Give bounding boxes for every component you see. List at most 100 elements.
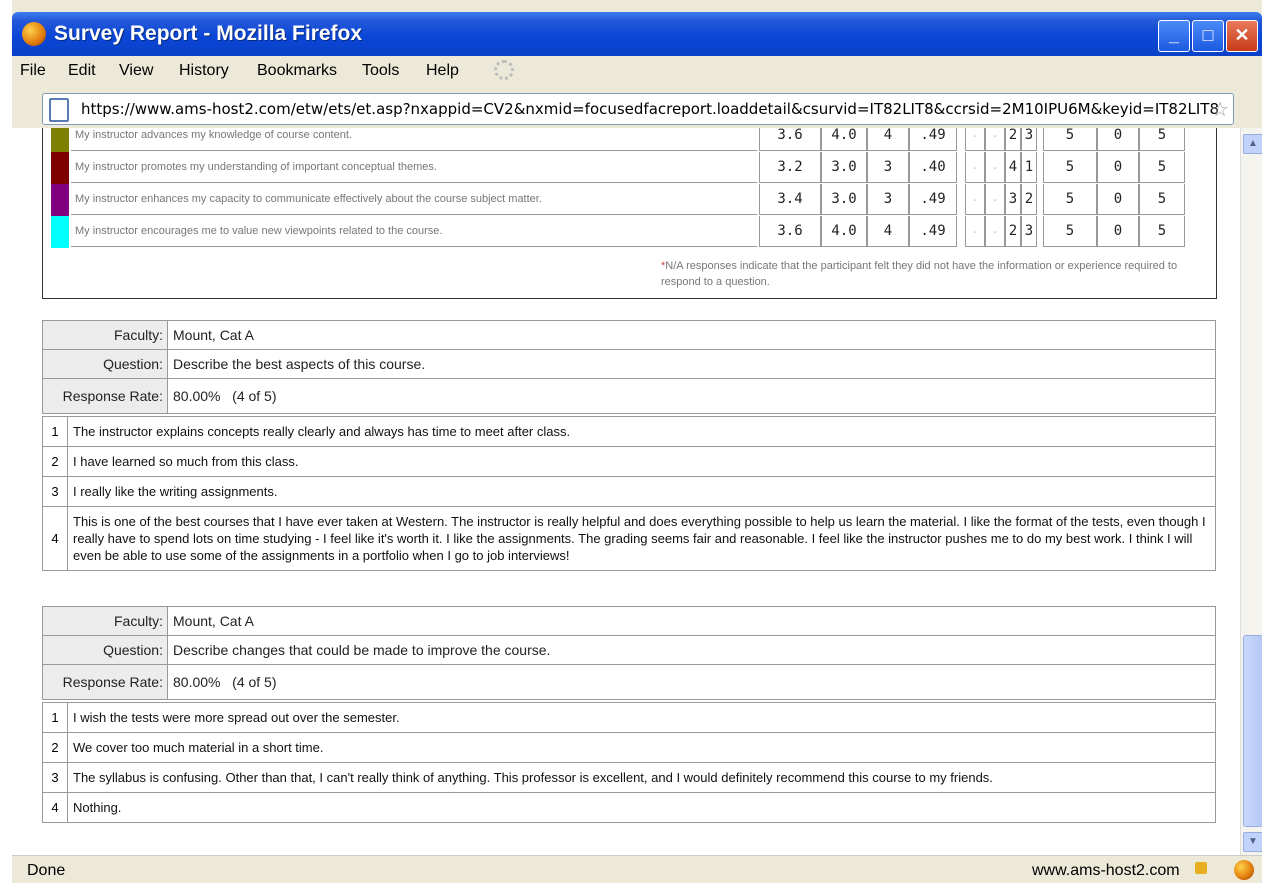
answer-text: Nothing. bbox=[73, 800, 122, 815]
rating-median: 4.0 bbox=[821, 216, 867, 247]
rating-n5: 2 bbox=[1021, 184, 1037, 215]
rating-median: 3.0 bbox=[821, 184, 867, 215]
answers-list-1: 1 The instructor explains concepts really… bbox=[42, 416, 1216, 571]
bookmark-star-icon[interactable]: ☆ bbox=[1211, 97, 1229, 122]
response-rate-value: 80.00% bbox=[173, 388, 221, 404]
menu-edit[interactable]: Edit bbox=[68, 62, 96, 80]
menu-bookmarks[interactable]: Bookmarks bbox=[257, 62, 337, 80]
rating-d2: - bbox=[985, 128, 1005, 151]
rating-mean: 3.6 bbox=[759, 216, 821, 247]
answer-row: 3 The syllabus is confusing. Other than t… bbox=[43, 763, 1215, 793]
menu-bar: File Edit View History Bookmarks Tools H… bbox=[12, 56, 1262, 86]
color-swatch bbox=[51, 128, 69, 152]
title-bar[interactable]: Survey Report - Mozilla Firefox _ □ ✕ bbox=[12, 12, 1262, 56]
answer-number: 1 bbox=[43, 417, 68, 446]
minimize-button[interactable]: _ bbox=[1158, 20, 1190, 52]
loading-throbber-icon bbox=[494, 60, 514, 80]
rating-median: 4.0 bbox=[821, 128, 867, 151]
question-value: Describe the best aspects of this course… bbox=[173, 356, 426, 372]
color-swatch bbox=[51, 152, 69, 184]
rating-n4: 2 bbox=[1005, 128, 1021, 151]
rating-question: My instructor advances my knowledge of c… bbox=[71, 128, 757, 151]
rating-question: My instructor enhances my capacity to co… bbox=[71, 184, 757, 215]
window-title: Survey Report - Mozilla Firefox bbox=[54, 22, 363, 45]
answer-number: 2 bbox=[43, 733, 68, 762]
maximize-button[interactable]: □ bbox=[1192, 20, 1224, 52]
answer-text: We cover too much material in a short ti… bbox=[73, 740, 324, 755]
answer-number: 4 bbox=[43, 507, 68, 570]
rating-mean: 3.6 bbox=[759, 128, 821, 151]
na-footnote: *N/A responses indicate that the partici… bbox=[661, 258, 1201, 290]
rating-sd: .49 bbox=[909, 216, 957, 247]
rating-total: 5 bbox=[1139, 128, 1185, 151]
firefox-status-icon bbox=[1234, 860, 1254, 880]
rating-n5: 3 bbox=[1021, 216, 1037, 247]
answer-number: 3 bbox=[43, 763, 68, 792]
answer-number: 2 bbox=[43, 447, 68, 476]
lock-icon[interactable] bbox=[1195, 862, 1207, 874]
menu-tools[interactable]: Tools bbox=[362, 62, 399, 80]
rating-question: My instructor promotes my understanding … bbox=[71, 152, 757, 183]
color-swatch bbox=[51, 184, 69, 216]
rating-na: 0 bbox=[1097, 184, 1139, 215]
status-bar: Done www.ams-host2.com bbox=[12, 855, 1262, 883]
faculty-info-2: Faculty: Mount, Cat A Question: Describe c… bbox=[42, 606, 1216, 700]
answer-text: I have learned so much from this class. bbox=[73, 454, 299, 469]
rating-resp: 5 bbox=[1043, 184, 1097, 215]
rating-d1: - bbox=[965, 128, 985, 151]
response-count: (4 of 5) bbox=[232, 674, 277, 690]
address-bar[interactable]: https://www.ams-host2.com/etw/ets/et.asp… bbox=[42, 93, 1234, 125]
faculty-label: Faculty: bbox=[43, 321, 168, 349]
rating-na: 0 bbox=[1097, 128, 1139, 151]
rating-resp: 5 bbox=[1043, 128, 1097, 151]
rating-question: My instructor encourages me to value new… bbox=[71, 216, 757, 247]
answers-list-2: 1 I wish the tests were more spread out o… bbox=[42, 702, 1216, 823]
answer-number: 4 bbox=[43, 793, 68, 822]
rating-mode: 4 bbox=[867, 128, 909, 151]
answer-row: 2 We cover too much material in a short t… bbox=[43, 733, 1215, 763]
status-text: Done bbox=[27, 862, 66, 879]
answer-row: 1 I wish the tests were more spread out o… bbox=[43, 703, 1215, 733]
menu-help[interactable]: Help bbox=[426, 62, 459, 80]
page-icon bbox=[49, 98, 69, 122]
answer-row: 3 I really like the writing assignments. bbox=[43, 477, 1215, 507]
rating-row: My instructor encourages me to value new… bbox=[51, 216, 1216, 248]
menu-view[interactable]: View bbox=[119, 62, 153, 80]
rating-row: My instructor advances my knowledge of c… bbox=[51, 128, 1216, 152]
rating-mode: 3 bbox=[867, 184, 909, 215]
page-content: My instructor advances my knowledge of c… bbox=[12, 128, 1240, 855]
answer-row: 1 The instructor explains concepts really… bbox=[43, 417, 1215, 447]
rating-n5: 1 bbox=[1021, 152, 1037, 183]
answer-text: The syllabus is confusing. Other than th… bbox=[73, 770, 993, 785]
rating-d1: - bbox=[965, 184, 985, 215]
navigation-bar: https://www.ams-host2.com/etw/ets/et.asp… bbox=[12, 88, 1262, 128]
rating-row: My instructor enhances my capacity to co… bbox=[51, 184, 1216, 216]
rating-mode: 3 bbox=[867, 152, 909, 183]
menu-history[interactable]: History bbox=[179, 62, 229, 80]
response-rate-label: Response Rate: bbox=[43, 665, 168, 699]
scroll-thumb[interactable] bbox=[1243, 635, 1262, 827]
firefox-icon bbox=[22, 22, 46, 46]
vertical-scrollbar[interactable]: ▲ ▼ bbox=[1240, 128, 1262, 855]
rating-resp: 5 bbox=[1043, 216, 1097, 247]
rating-d1: - bbox=[965, 216, 985, 247]
faculty-label: Faculty: bbox=[43, 607, 168, 635]
rating-n4: 2 bbox=[1005, 216, 1021, 247]
answer-text: This is one of the best courses that I h… bbox=[73, 514, 1206, 563]
faculty-value: Mount, Cat A bbox=[173, 613, 254, 629]
response-rate-value: 80.00% bbox=[173, 674, 221, 690]
close-button[interactable]: ✕ bbox=[1226, 20, 1258, 52]
question-value: Describe changes that could be made to i… bbox=[173, 642, 551, 658]
menu-file[interactable]: File bbox=[20, 62, 46, 80]
scroll-down-icon[interactable]: ▼ bbox=[1243, 832, 1262, 852]
rating-d2: - bbox=[985, 184, 1005, 215]
response-count: (4 of 5) bbox=[232, 388, 277, 404]
footnote-text: N/A responses indicate that the particip… bbox=[661, 260, 1178, 288]
rating-mean: 3.2 bbox=[759, 152, 821, 183]
scroll-up-icon[interactable]: ▲ bbox=[1243, 134, 1262, 154]
url-text[interactable]: https://www.ams-host2.com/etw/ets/et.asp… bbox=[81, 100, 1219, 118]
color-swatch bbox=[51, 216, 69, 248]
browser-window: Survey Report - Mozilla Firefox _ □ ✕ Fi… bbox=[12, 0, 1262, 883]
rating-n4: 4 bbox=[1005, 152, 1021, 183]
answer-row: 4 This is one of the best courses that I … bbox=[43, 507, 1215, 570]
